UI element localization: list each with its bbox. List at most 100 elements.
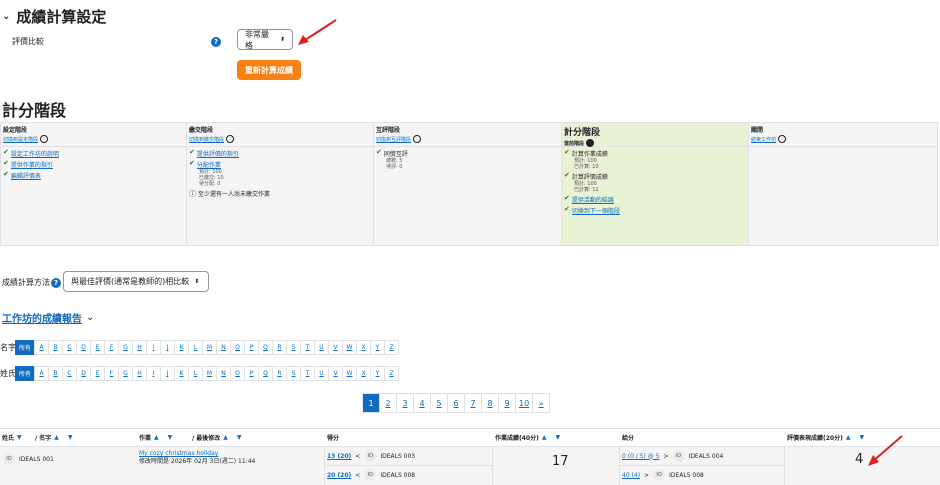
report-title[interactable]: 工作坊的成績報告: [2, 310, 82, 325]
filter-letter[interactable]: K: [174, 366, 189, 381]
recalculate-button[interactable]: 重新計算成績: [237, 60, 301, 80]
filter-letter[interactable]: S: [286, 340, 301, 355]
filter-letter[interactable]: X: [356, 340, 371, 355]
filter-letter[interactable]: F: [104, 340, 119, 355]
filter-letter[interactable]: L: [188, 340, 203, 355]
sort-asc-icon[interactable]: ▲: [846, 434, 851, 441]
page-button[interactable]: 4: [413, 393, 431, 413]
sort-asc-icon[interactable]: ▲: [223, 434, 228, 441]
header-last-name[interactable]: 姓氏 ▼: [2, 433, 22, 442]
filter-letter[interactable]: A: [34, 366, 49, 381]
filter-letter[interactable]: E: [90, 366, 105, 381]
filter-letter[interactable]: W: [342, 340, 357, 355]
filter-letter[interactable]: D: [76, 340, 91, 355]
sort-asc-icon[interactable]: ▲: [154, 434, 159, 441]
header-submission[interactable]: 作業 ▲ ▼: [139, 433, 172, 442]
sort-desc-icon[interactable]: ▼: [168, 434, 173, 441]
filter-letter[interactable]: W: [342, 366, 357, 381]
switch-phase-link[interactable]: 切換到繳交階段: [189, 136, 224, 143]
filter-letter[interactable]: V: [328, 340, 343, 355]
filter-letter[interactable]: Y: [370, 366, 385, 381]
header-submission-grade[interactable]: 作業成績(40分) ▲ ▼: [495, 433, 560, 442]
page-button[interactable]: 9: [498, 393, 516, 413]
filter-letter[interactable]: Q: [258, 340, 273, 355]
page-button[interactable]: 3: [396, 393, 414, 413]
switch-phase-link[interactable]: 切換到互評階段: [376, 136, 411, 143]
filter-letter[interactable]: L: [188, 366, 203, 381]
filter-letter[interactable]: Z: [384, 366, 399, 381]
compare-select[interactable]: 非常嚴格 ⬍: [237, 29, 293, 50]
filter-letter[interactable]: H: [132, 340, 147, 355]
filter-letter[interactable]: V: [328, 366, 343, 381]
filter-letter[interactable]: Q: [258, 366, 273, 381]
filter-letter[interactable]: P: [244, 366, 259, 381]
filter-letter[interactable]: R: [272, 366, 287, 381]
header-modified[interactable]: / 最後修改 ▲ ▼: [192, 433, 242, 442]
page-button[interactable]: 1: [362, 393, 380, 413]
sort-desc-icon[interactable]: ▼: [859, 434, 864, 441]
page-button[interactable]: 10: [515, 393, 534, 413]
filter-all[interactable]: 所有: [15, 366, 35, 381]
filter-letter[interactable]: J: [160, 366, 175, 381]
filter-letter[interactable]: M: [202, 366, 217, 381]
close-workshop-link[interactable]: 結束工作坊: [751, 136, 776, 143]
circle-icon[interactable]: [40, 135, 49, 143]
filter-letter[interactable]: O: [230, 340, 245, 355]
filter-letter[interactable]: F: [104, 366, 119, 381]
filter-letter[interactable]: K: [174, 340, 189, 355]
filter-letter[interactable]: M: [202, 340, 217, 355]
filter-letter[interactable]: S: [286, 366, 301, 381]
page-button[interactable]: 2: [379, 393, 397, 413]
page-button[interactable]: 8: [481, 393, 499, 413]
circle-icon[interactable]: [413, 135, 422, 143]
help-icon[interactable]: ?: [51, 278, 61, 288]
header-assessment-grade[interactable]: 評價表現成績(20分) ▲ ▼: [787, 433, 864, 442]
filter-letter[interactable]: Y: [370, 340, 385, 355]
submission-link[interactable]: My cozy christmas holiday: [139, 450, 218, 457]
filter-letter[interactable]: B: [48, 366, 63, 381]
page-button[interactable]: 7: [464, 393, 482, 413]
given-score[interactable]: 40 (4): [622, 472, 640, 479]
filter-letter[interactable]: H: [132, 366, 147, 381]
filter-letter[interactable]: E: [90, 340, 105, 355]
received-score[interactable]: 20 (20): [327, 472, 351, 479]
received-score[interactable]: 13 (20): [327, 453, 351, 460]
sort-desc-icon[interactable]: ▼: [555, 434, 560, 441]
filter-letter[interactable]: A: [34, 340, 49, 355]
filter-letter[interactable]: R: [272, 340, 287, 355]
filter-letter[interactable]: J: [160, 340, 175, 355]
filter-letter[interactable]: U: [314, 340, 329, 355]
filter-all[interactable]: 所有: [15, 340, 35, 355]
filter-letter[interactable]: G: [118, 366, 133, 381]
circle-icon[interactable]: [778, 135, 787, 143]
circle-icon[interactable]: [226, 135, 235, 143]
sort-desc-icon[interactable]: ▼: [17, 434, 22, 441]
filter-letter[interactable]: D: [76, 366, 91, 381]
report-toggle[interactable]: 工作坊的成績報告 ⌄: [2, 310, 94, 325]
filter-letter[interactable]: P: [244, 340, 259, 355]
sort-desc-icon[interactable]: ▼: [68, 434, 73, 441]
next-page-button[interactable]: »: [532, 393, 551, 413]
filter-letter[interactable]: I: [146, 340, 161, 355]
switch-phase-link[interactable]: 切換到設定階段: [3, 136, 38, 143]
filter-letter[interactable]: X: [356, 366, 371, 381]
filter-letter[interactable]: O: [230, 366, 245, 381]
filter-letter[interactable]: N: [216, 340, 231, 355]
help-icon[interactable]: ?: [211, 37, 221, 47]
filter-letter[interactable]: B: [48, 340, 63, 355]
sort-asc-icon[interactable]: ▲: [542, 434, 547, 441]
header-first-name[interactable]: / 名字 ▲ ▼: [35, 433, 73, 442]
filter-letter[interactable]: Z: [384, 340, 399, 355]
page-button[interactable]: 6: [447, 393, 465, 413]
sort-asc-icon[interactable]: ▲: [54, 434, 59, 441]
page-button[interactable]: 5: [430, 393, 448, 413]
given-score[interactable]: 0 (0 / 5) @ 5: [622, 453, 660, 460]
sort-desc-icon[interactable]: ▼: [237, 434, 242, 441]
filter-letter[interactable]: T: [300, 340, 315, 355]
filter-letter[interactable]: I: [146, 366, 161, 381]
filter-letter[interactable]: U: [314, 366, 329, 381]
filter-letter[interactable]: T: [300, 366, 315, 381]
filter-letter[interactable]: G: [118, 340, 133, 355]
method-select[interactable]: 與最佳評價(通常是教師的)相比較 ⬍: [63, 271, 209, 292]
filter-letter[interactable]: N: [216, 366, 231, 381]
